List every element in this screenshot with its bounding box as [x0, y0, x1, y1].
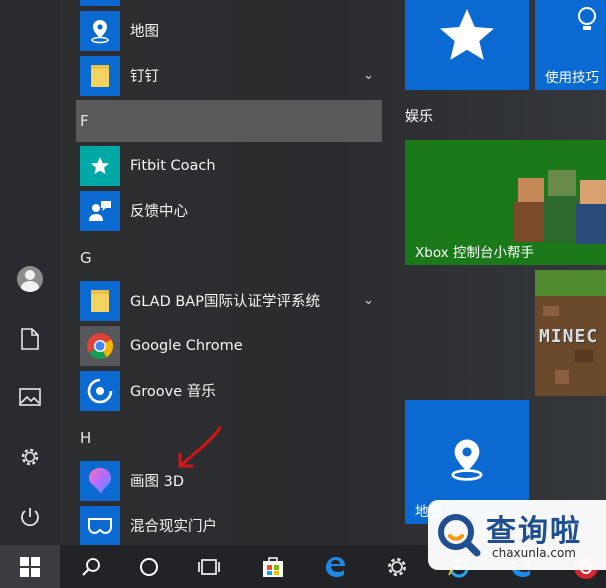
minecraft-dirt-block [575, 350, 593, 362]
picture-icon [19, 388, 41, 406]
folder-icon [80, 55, 120, 96]
app-label: 反馈中心 [130, 204, 188, 220]
task-view-button[interactable] [188, 545, 230, 588]
start-left-rail [0, 0, 60, 545]
tile-minecraft[interactable]: MINEC [535, 270, 606, 396]
feedback-person-icon [80, 190, 120, 231]
app-label: 钉钉 [130, 69, 159, 85]
mixed-reality-icon [80, 505, 120, 546]
store-bag-icon [263, 556, 283, 577]
scrolled-app-tile [80, 0, 120, 6]
app-item-glad-bap[interactable]: GLAD BAP国际认证学评系统 ⌄ [76, 278, 382, 323]
pictures-button[interactable] [0, 374, 60, 420]
start-button[interactable] [0, 545, 60, 588]
map-pin-icon [451, 439, 483, 481]
magnifier-logo-icon [438, 514, 481, 557]
app-item-maps[interactable]: 地图 [76, 8, 382, 53]
minecraft-dirt-block [543, 306, 559, 316]
search-icon [82, 557, 100, 576]
section-letter: F [80, 112, 89, 130]
lightbulb-icon [578, 7, 596, 30]
app-list: 地图 钉钉 ⌄ F Fitbit Coach 反馈中心 G GLAD BAP国际… [76, 0, 382, 548]
gear-icon [388, 557, 406, 576]
paint-3d-icon [80, 460, 120, 501]
taskbar-edge-button[interactable] [314, 545, 356, 588]
power-button[interactable] [0, 494, 60, 540]
map-pin-icon [80, 10, 120, 51]
minecraft-dirt-block [555, 370, 569, 384]
edge-icon [326, 556, 345, 577]
minecraft-logo-text: MINEC [539, 326, 599, 347]
watermark-title: 查询啦 [486, 514, 582, 549]
documents-button[interactable] [0, 316, 60, 362]
app-label: 混合现实门户 [130, 519, 217, 535]
document-icon [21, 328, 39, 350]
app-item-mixed-reality-portal[interactable]: 混合现实门户 [76, 503, 382, 548]
section-letter: G [80, 249, 92, 267]
app-label: Google Chrome [130, 337, 243, 354]
section-header-h[interactable]: H [76, 418, 382, 458]
power-icon [21, 508, 39, 527]
app-item-feedback-hub[interactable]: 反馈中心 [76, 188, 382, 233]
minecraft-grass [535, 270, 606, 296]
section-header-g[interactable]: G [76, 238, 382, 278]
search-button[interactable] [70, 545, 112, 588]
user-avatar-icon [17, 266, 43, 292]
star-icon [80, 145, 120, 186]
red-arrow-annotation [178, 426, 222, 468]
chrome-icon [80, 325, 120, 366]
tile-tips[interactable]: 使用技巧 [535, 0, 606, 90]
tile-label: Xbox 控制台小帮手 [415, 245, 534, 261]
gear-icon [21, 448, 39, 466]
tile-microsoft-store[interactable] [405, 0, 529, 90]
watermark-subtitle: chaxunla.com [492, 546, 576, 560]
app-item-fitbit-coach[interactable]: Fitbit Coach [76, 143, 382, 188]
watermark: 查询啦 chaxunla.com [428, 500, 606, 570]
app-label: Groove 音乐 [130, 384, 216, 400]
task-view-icon [198, 558, 220, 575]
folder-icon [80, 280, 120, 321]
section-letter: H [80, 429, 92, 447]
app-item-paint-3d[interactable]: 画图 3D [76, 458, 382, 503]
chevron-down-icon[interactable]: ⌄ [363, 68, 374, 83]
app-label: 地图 [130, 24, 159, 40]
cortana-circle-icon [140, 557, 158, 576]
groove-music-icon [80, 370, 120, 411]
star-icon [440, 9, 494, 60]
user-account-button[interactable] [0, 256, 60, 302]
windows-logo-icon [20, 556, 40, 577]
app-item-google-chrome[interactable]: Google Chrome [76, 323, 382, 368]
app-label: GLAD BAP国际认证学评系统 [130, 294, 320, 310]
group-header-entertainment: 娱乐 [405, 109, 433, 125]
settings-button[interactable] [0, 434, 60, 480]
taskbar-settings-button[interactable] [376, 545, 418, 588]
tile-xbox-companion[interactable]: Xbox 控制台小帮手 [405, 140, 606, 265]
taskbar-store-button[interactable] [252, 545, 294, 588]
cortana-button[interactable] [128, 545, 170, 588]
app-item-dingtalk[interactable]: 钉钉 ⌄ [76, 53, 382, 98]
tile-label: 使用技巧 [545, 70, 599, 86]
chevron-down-icon[interactable]: ⌄ [363, 293, 374, 308]
section-header-f[interactable]: F [76, 100, 382, 142]
app-label: Fitbit Coach [130, 157, 216, 174]
app-item-groove-music[interactable]: Groove 音乐 [76, 368, 382, 413]
